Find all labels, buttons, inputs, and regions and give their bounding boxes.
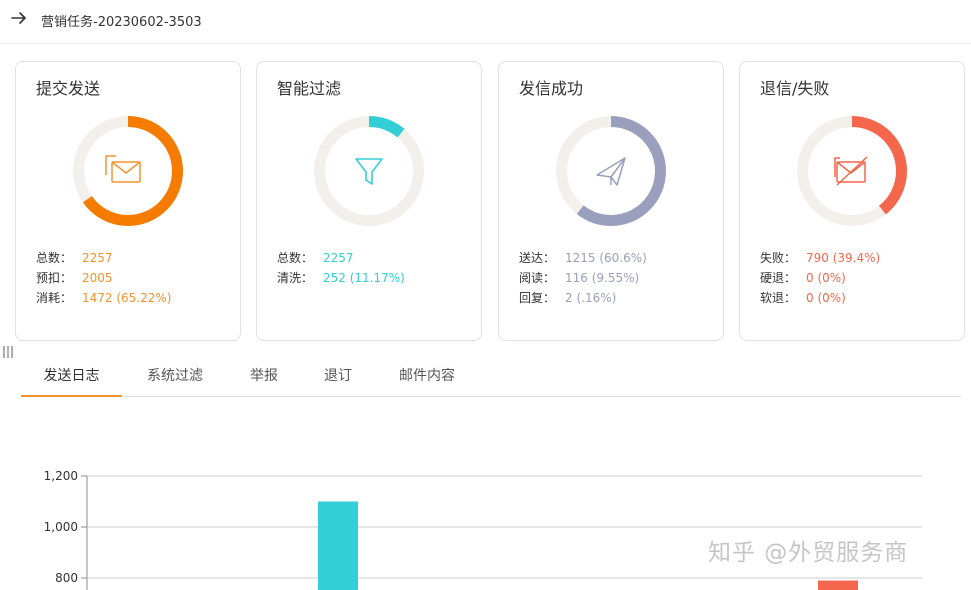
donut-chart <box>314 116 424 226</box>
funnel-icon <box>355 158 383 185</box>
stat-reserved: 预扣： 2005 <box>36 271 113 285</box>
stat-cleaned: 清洗： 252 (11.17%) <box>277 271 405 285</box>
resize-handle-icon[interactable] <box>2 345 14 359</box>
stat-hard-bounce: 硬退： 0 (0%) <box>760 271 846 285</box>
y-tick-label: 1,000 <box>44 520 78 534</box>
y-tick-label: 1,200 <box>44 469 78 483</box>
card-title: 提交发送 <box>36 79 101 98</box>
card-title: 发信成功 <box>519 79 584 98</box>
card-title: 退信/失败 <box>760 79 830 98</box>
watermark: 知乎 @外贸服务商 <box>708 540 909 566</box>
card-bounce-failed: 退信/失败 失败： 790 (39.4%) 硬退： 0 (0%) 软退： 0 (0%) <box>739 61 965 341</box>
stats-list: 送达： 1215 (60.6%) 阅读： 116 (9.55%) 回复： 2 (.16… <box>519 248 647 308</box>
paper-plane-icon <box>596 157 626 186</box>
top-bar: 营销任务-20230602-3503 <box>0 0 971 44</box>
failed-mail-icon <box>834 156 868 186</box>
tab-system-filter[interactable]: 系统过滤 <box>135 357 215 397</box>
stat-read: 阅读： 116 (9.55%) <box>519 271 640 285</box>
stats-list: 总数： 2257 清洗： 252 (11.17%) <box>277 248 405 288</box>
stat-reply: 回复： 2 (.16%) <box>519 291 617 305</box>
donut-chart <box>556 116 666 226</box>
y-tick-label: 800 <box>55 571 78 585</box>
stat-failed: 失败： 790 (39.4%) <box>760 251 881 265</box>
tab-unsubscribe[interactable]: 退订 <box>317 357 359 397</box>
stat-total: 总数： 2257 <box>36 251 113 265</box>
stat-delivered: 送达： 1215 (60.6%) <box>519 251 647 265</box>
card-submit-send: 提交发送 总数： 2257 预扣： 2005 消耗： 1472 (65.22%) <box>15 61 241 341</box>
card-title: 智能过滤 <box>277 79 342 98</box>
stat-total: 总数： 2257 <box>277 251 354 265</box>
card-send-success: 发信成功 送达： 1215 (60.6%) 阅读： 116 (9.55%) 回复： 2… <box>498 61 724 341</box>
stat-soft-bounce: 软退： 0 (0%) <box>760 291 846 305</box>
stat-consumed: 消耗： 1472 (65.22%) <box>36 291 172 305</box>
tab-bar: 发送日志 系统过滤 举报 退订 邮件内容 <box>21 357 961 397</box>
donut-chart <box>73 116 183 226</box>
stats-list: 总数： 2257 预扣： 2005 消耗： 1472 (65.22%) <box>36 248 171 308</box>
bar <box>818 580 858 590</box>
card-smart-filter: 智能过滤 总数： 2257 清洗： 252 (11.17%) <box>256 61 482 341</box>
back-arrow-icon[interactable] <box>10 9 28 27</box>
tab-mail-content[interactable]: 邮件内容 <box>391 357 463 397</box>
bar <box>318 501 358 590</box>
tab-send-log[interactable]: 发送日志 <box>21 357 122 397</box>
tab-report[interactable]: 举报 <box>243 357 285 397</box>
stats-list: 失败： 790 (39.4%) 硬退： 0 (0%) 软退： 0 (0%) <box>760 248 880 308</box>
envelope-icon <box>105 155 141 183</box>
task-title: 营销任务-20230602-3503 <box>41 15 202 30</box>
donut-chart <box>797 116 907 226</box>
